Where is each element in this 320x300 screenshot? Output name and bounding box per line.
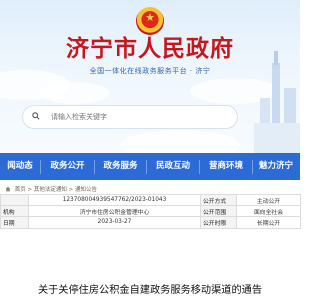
nav-item-interaction[interactable]: 民政互动 <box>147 153 199 180</box>
nav-item-news[interactable]: 闻动态 <box>0 153 40 180</box>
info-value: 2023-03-27 <box>28 216 201 229</box>
article-title: 关于关停住房公积金自建政务服务移动渠道的通告 <box>37 285 263 296</box>
breadcrumb-text[interactable]: 首页 > 其他法定通知 > 通知公告 <box>15 187 97 193</box>
breadcrumb: 首页 > 其他法定通知 > 通知公告 <box>5 185 97 193</box>
search-input[interactable] <box>51 110 231 124</box>
search-box[interactable] <box>22 105 238 129</box>
nav-item-gov-services[interactable]: 政务服务 <box>95 153 146 180</box>
nav-item-open-government[interactable]: 政务公开 <box>41 153 94 180</box>
national-emblem-icon: ★ <box>136 7 164 35</box>
nav-item-charm-jining[interactable]: 魅力济宁 <box>253 153 299 180</box>
header-banner: ★ 济宁市人民政府 全国一体化在线政务服务平台 · 济宁 <box>0 0 300 153</box>
info-value: 长期公开 <box>236 216 301 229</box>
info-label: 公开范围 <box>200 205 237 218</box>
info-label: 日期 <box>0 216 29 229</box>
info-label: 公开时限 <box>200 216 237 229</box>
site-subtitle: 全国一体化在线政务服务平台 · 济宁 <box>89 67 211 75</box>
nav-item-business-environment[interactable]: 营商环境 <box>200 153 252 180</box>
document-info-table: 1237080049395477​62/2023-01043 公开方式 主动公开… <box>0 193 301 229</box>
home-icon <box>5 186 11 192</box>
table-row: 机构 济宁市住房公积金管理中心 公开范围 面向全社会 <box>0 205 301 218</box>
main-nav: 闻动态 政务公开 政务服务 民政互动 营商环境 魅力济宁 <box>0 153 300 180</box>
table-row: 日期 2023-03-27 公开时限 长期公开 <box>0 216 301 229</box>
info-value: 主动公开 <box>236 193 301 207</box>
info-label: 公开方式 <box>200 193 237 207</box>
info-label: 机构 <box>0 205 29 218</box>
table-row: 1237080049395477​62/2023-01043 公开方式 主动公开 <box>0 193 301 207</box>
info-label <box>0 193 29 207</box>
info-value: 济宁市住房公积金管理中心 <box>28 205 201 218</box>
info-value: 1237080049395477​62/2023-01043 <box>28 193 201 207</box>
site-title: 济宁市人民政府 <box>66 35 234 62</box>
info-value: 面向全社会 <box>236 205 301 218</box>
search-icon[interactable] <box>32 112 40 120</box>
